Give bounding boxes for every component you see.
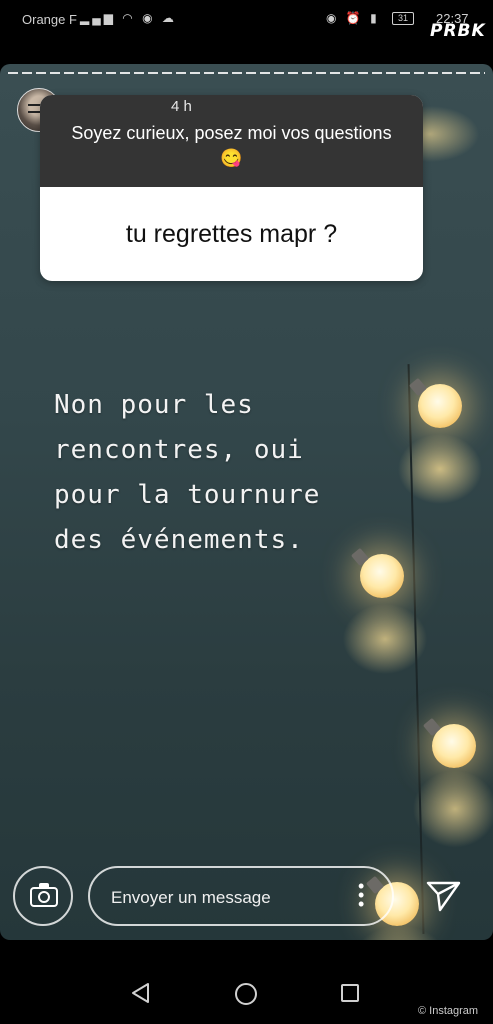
signal-wifi-icons: ▂▄▆ ◠ ◉ ☁: [80, 11, 177, 25]
home-circle-icon[interactable]: [235, 983, 257, 1005]
system-nav-bar: © Instagram: [0, 950, 493, 1024]
story-progress-bar: [8, 72, 485, 74]
back-triangle-icon[interactable]: [130, 982, 152, 1004]
light-bulb-decoration: [432, 724, 476, 768]
story-caption: Non pour les rencontres, oui pour la tou…: [54, 390, 321, 555]
recent-square-icon[interactable]: [341, 984, 359, 1002]
camera-icon: [30, 883, 58, 907]
question-answer: tu regrettes mapr ?: [125, 220, 338, 248]
brand-watermark: PRBK: [430, 21, 486, 41]
message-input[interactable]: Envoyer un message • • •: [88, 866, 394, 926]
send-icon[interactable]: [426, 880, 462, 912]
question-sticker-header: Soyez curieux, posez moi vos questions 😋: [40, 95, 423, 187]
status-right-icons: ◉ ⏰ ▮: [326, 11, 380, 25]
question-prompt: Soyez curieux, posez moi vos questions 😋: [71, 123, 392, 168]
story-time-ago: 4 h: [171, 98, 192, 115]
instagram-credit: © Instagram: [418, 1005, 479, 1017]
carrier-label: Orange F: [22, 12, 77, 27]
more-vertical-icon[interactable]: • • •: [358, 877, 364, 913]
message-placeholder: Envoyer un message: [111, 888, 271, 907]
battery-icon: 31: [392, 12, 414, 25]
camera-button[interactable]: [13, 866, 73, 926]
status-bar: Orange F ▂▄▆ ◠ ◉ ☁ ◉ ⏰ ▮ 31 22:37: [0, 0, 493, 40]
question-sticker: Soyez curieux, posez moi vos questions 😋…: [40, 95, 423, 281]
